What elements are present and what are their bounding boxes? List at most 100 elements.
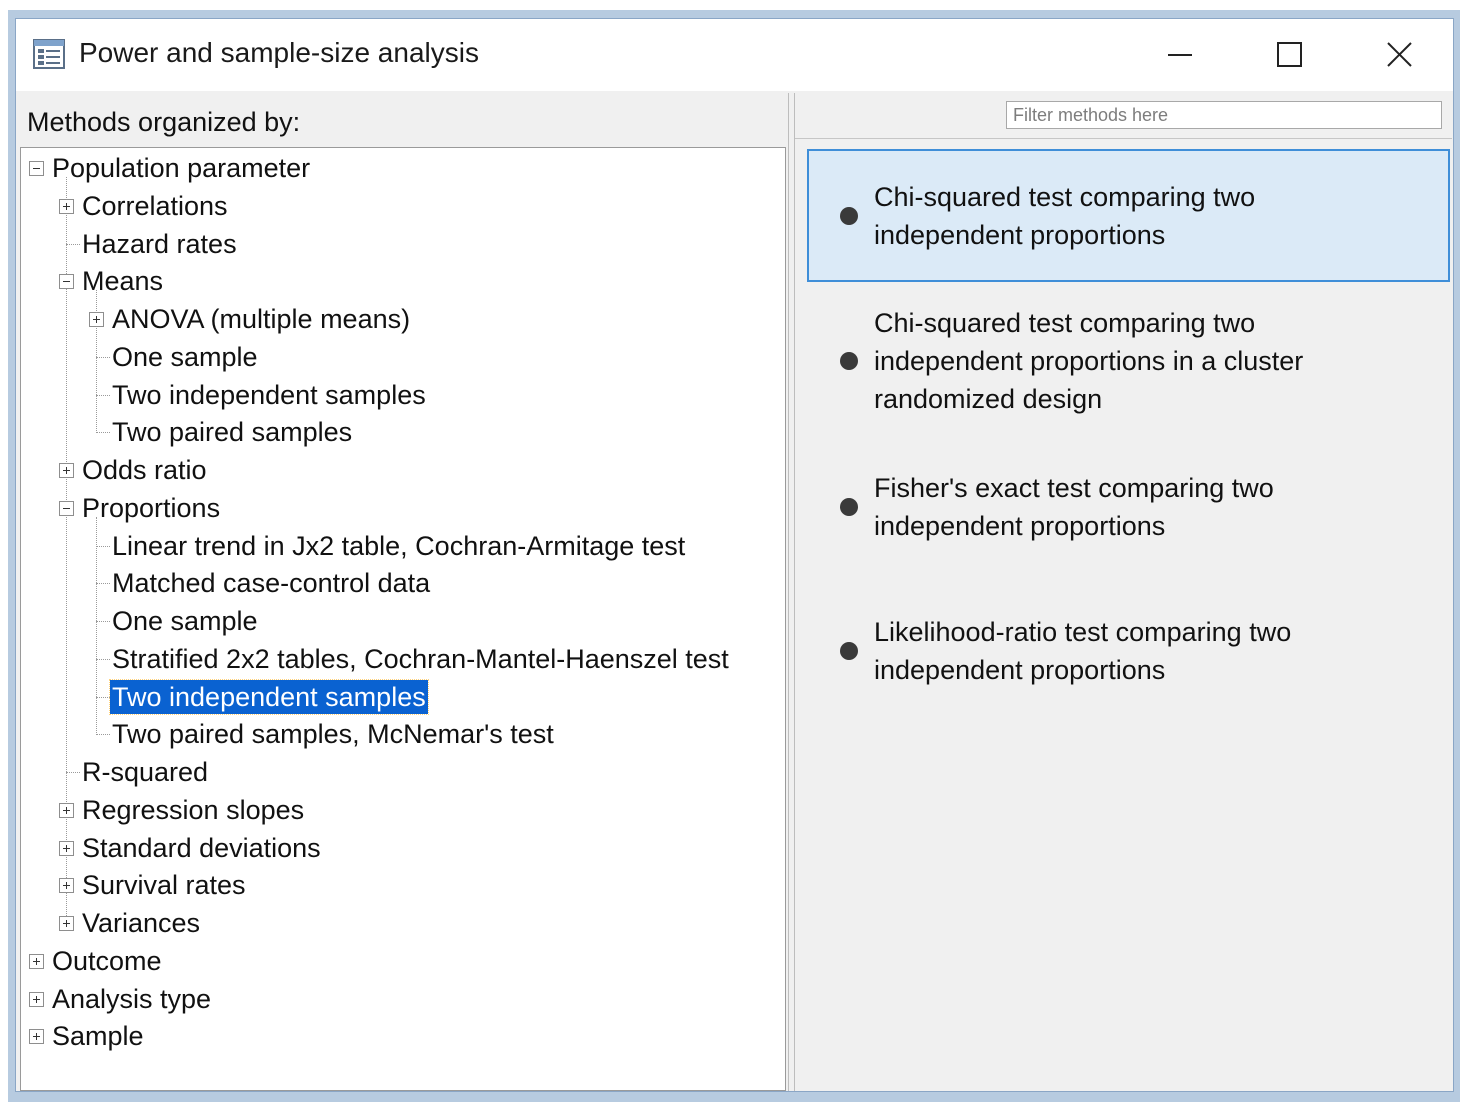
expand-icon[interactable] bbox=[89, 312, 104, 327]
tree-branch-line bbox=[96, 621, 110, 622]
method-title-line: independent proportions bbox=[874, 219, 1166, 250]
expand-icon[interactable] bbox=[59, 916, 74, 931]
tree-branch-line bbox=[96, 696, 110, 698]
tree-item[interactable]: Outcome bbox=[21, 943, 781, 979]
collapse-icon[interactable] bbox=[59, 274, 74, 290]
expand-icon[interactable] bbox=[29, 953, 44, 969]
methods-list-panel: Chi-squared test comparing two independen… bbox=[794, 93, 1452, 1091]
tree-item[interactable]: Sample bbox=[21, 1018, 781, 1054]
tree-item[interactable]: One sample bbox=[21, 339, 781, 375]
tree-branch-line bbox=[96, 658, 110, 660]
method-title-line: independent proportions bbox=[874, 511, 1166, 541]
title-bar[interactable]: Power and sample-size analysis bbox=[16, 19, 1453, 91]
method-list: Chi-squared test comparing two independen… bbox=[807, 149, 1452, 1089]
tree-branch-line bbox=[96, 394, 110, 396]
tree-item-label: Stratified 2x2 tables, Cochran-Mantel-Ha… bbox=[112, 643, 729, 674]
tree-item[interactable]: Survival rates bbox=[21, 867, 781, 903]
tree-branch-line bbox=[96, 545, 110, 547]
tree-item[interactable]: Means bbox=[21, 263, 781, 299]
method-title-line: independent proportions in a cluster bbox=[874, 346, 1304, 376]
tree-item-selected[interactable]: Two independent samples bbox=[21, 678, 781, 715]
tree-branch-line bbox=[96, 356, 110, 358]
close-icon bbox=[1387, 42, 1412, 67]
expand-icon[interactable] bbox=[29, 1029, 44, 1045]
expand-icon[interactable] bbox=[59, 463, 74, 478]
methods-tree-panel: Methods organized by: Population paramet… bbox=[18, 93, 789, 1091]
tree-branch-line bbox=[96, 583, 110, 585]
tree-item-label: One sample bbox=[112, 341, 258, 372]
method-item[interactable]: Fisher's exact test comparing two indepen… bbox=[807, 459, 1450, 555]
tree-item-label: Means bbox=[82, 266, 164, 297]
collapse-icon[interactable] bbox=[59, 500, 74, 516]
expand-icon[interactable] bbox=[59, 802, 74, 818]
method-title-line: randomized design bbox=[874, 384, 1103, 414]
filter-methods-input[interactable] bbox=[1006, 101, 1442, 129]
tree-item[interactable]: Proportions bbox=[21, 490, 781, 526]
tree-branch-line bbox=[66, 243, 80, 245]
method-title-line: independent proportions bbox=[874, 655, 1166, 685]
method-item[interactable]: Likelihood-ratio test comparing two indep… bbox=[807, 603, 1450, 699]
maximize-button[interactable] bbox=[1235, 19, 1345, 91]
tree-item[interactable]: Standard deviations bbox=[21, 830, 781, 866]
method-title-line: Chi-squared test comparing two bbox=[874, 308, 1256, 338]
method-title-line: Chi-squared test comparing two bbox=[874, 181, 1256, 212]
tree-item[interactable]: ANOVA (multiple means) bbox=[21, 301, 781, 337]
maximize-icon bbox=[1277, 42, 1302, 67]
tree-branch-line bbox=[96, 432, 110, 434]
method-item[interactable]: Chi-squared test comparing two independen… bbox=[807, 295, 1450, 427]
tree-branch-line bbox=[96, 734, 110, 736]
methods-organized-label: Methods organized by: bbox=[27, 107, 301, 137]
bullet-icon bbox=[840, 352, 858, 370]
tree-branch-line bbox=[66, 772, 80, 773]
panel-divider bbox=[795, 138, 1452, 139]
tree-item[interactable]: Linear trend in Jx2 table, Cochran-Armit… bbox=[21, 528, 781, 564]
tree-item[interactable]: Two paired samples bbox=[21, 414, 781, 450]
tree-item[interactable]: R-squared bbox=[21, 754, 781, 790]
tree-item[interactable]: Two independent samples bbox=[21, 377, 781, 413]
tree-item-label: Population parameter bbox=[52, 153, 311, 183]
tree-item-label: Two paired samples bbox=[112, 417, 353, 448]
method-title: Likelihood-ratio test comparing two indep… bbox=[874, 613, 1414, 689]
tree-item[interactable]: Population parameter bbox=[21, 150, 781, 186]
tree-item[interactable]: Variances bbox=[21, 905, 781, 941]
tree-item-label: ANOVA (multiple means) bbox=[112, 304, 411, 334]
method-title: Chi-squared test comparing two independen… bbox=[874, 178, 1414, 254]
minimize-icon bbox=[1168, 54, 1192, 56]
expand-icon[interactable] bbox=[59, 878, 74, 894]
bullet-icon bbox=[840, 206, 858, 225]
bullet-icon bbox=[840, 498, 858, 516]
expand-icon[interactable] bbox=[59, 840, 74, 856]
tree-item-label: Outcome bbox=[52, 945, 162, 976]
tree-item-label: Correlations bbox=[82, 190, 228, 221]
tree-item-label: Two paired samples, McNemar's test bbox=[112, 719, 554, 750]
close-button[interactable] bbox=[1345, 19, 1455, 91]
tree-item[interactable]: Hazard rates bbox=[21, 226, 781, 262]
tree-item[interactable]: Odds ratio bbox=[21, 452, 781, 488]
window-body: Methods organized by: Population paramet… bbox=[16, 91, 1453, 1091]
tree-item-label: Two independent samples bbox=[109, 678, 429, 715]
window-title: Power and sample-size analysis bbox=[79, 37, 479, 68]
tree-item-label: Sample bbox=[52, 1021, 144, 1052]
tree-item-label: R-squared bbox=[82, 757, 209, 787]
minimize-button[interactable] bbox=[1125, 19, 1235, 91]
method-title-line: Fisher's exact test comparing two bbox=[874, 473, 1274, 503]
expand-icon[interactable] bbox=[29, 991, 44, 1007]
tree-item-label: Standard deviations bbox=[82, 832, 321, 863]
tree-item[interactable]: Regression slopes bbox=[21, 792, 781, 828]
tree-item-label: Variances bbox=[82, 908, 201, 938]
tree-item[interactable]: Matched case-control data bbox=[21, 565, 781, 601]
collapse-icon[interactable] bbox=[29, 161, 44, 176]
method-item-selected[interactable]: Chi-squared test comparing two independen… bbox=[807, 149, 1450, 282]
tree-item-label: Two independent samples bbox=[112, 379, 426, 410]
tree-item-label: Hazard rates bbox=[82, 228, 237, 259]
tree-item[interactable]: Stratified 2x2 tables, Cochran-Mantel-Ha… bbox=[21, 641, 781, 677]
methods-tree[interactable]: Population parameter Correlations Hazard r… bbox=[20, 147, 786, 1091]
expand-icon[interactable] bbox=[59, 198, 74, 214]
list-window-icon bbox=[33, 39, 65, 69]
tree-item[interactable]: Correlations bbox=[21, 188, 781, 224]
tree-item-label: Analysis type bbox=[52, 983, 212, 1014]
tree-item[interactable]: Analysis type bbox=[21, 981, 781, 1017]
tree-item[interactable]: Two paired samples, McNemar's test bbox=[21, 716, 781, 752]
tree-item[interactable]: One sample bbox=[21, 603, 781, 639]
tree-item-label: Matched case-control data bbox=[112, 568, 431, 599]
